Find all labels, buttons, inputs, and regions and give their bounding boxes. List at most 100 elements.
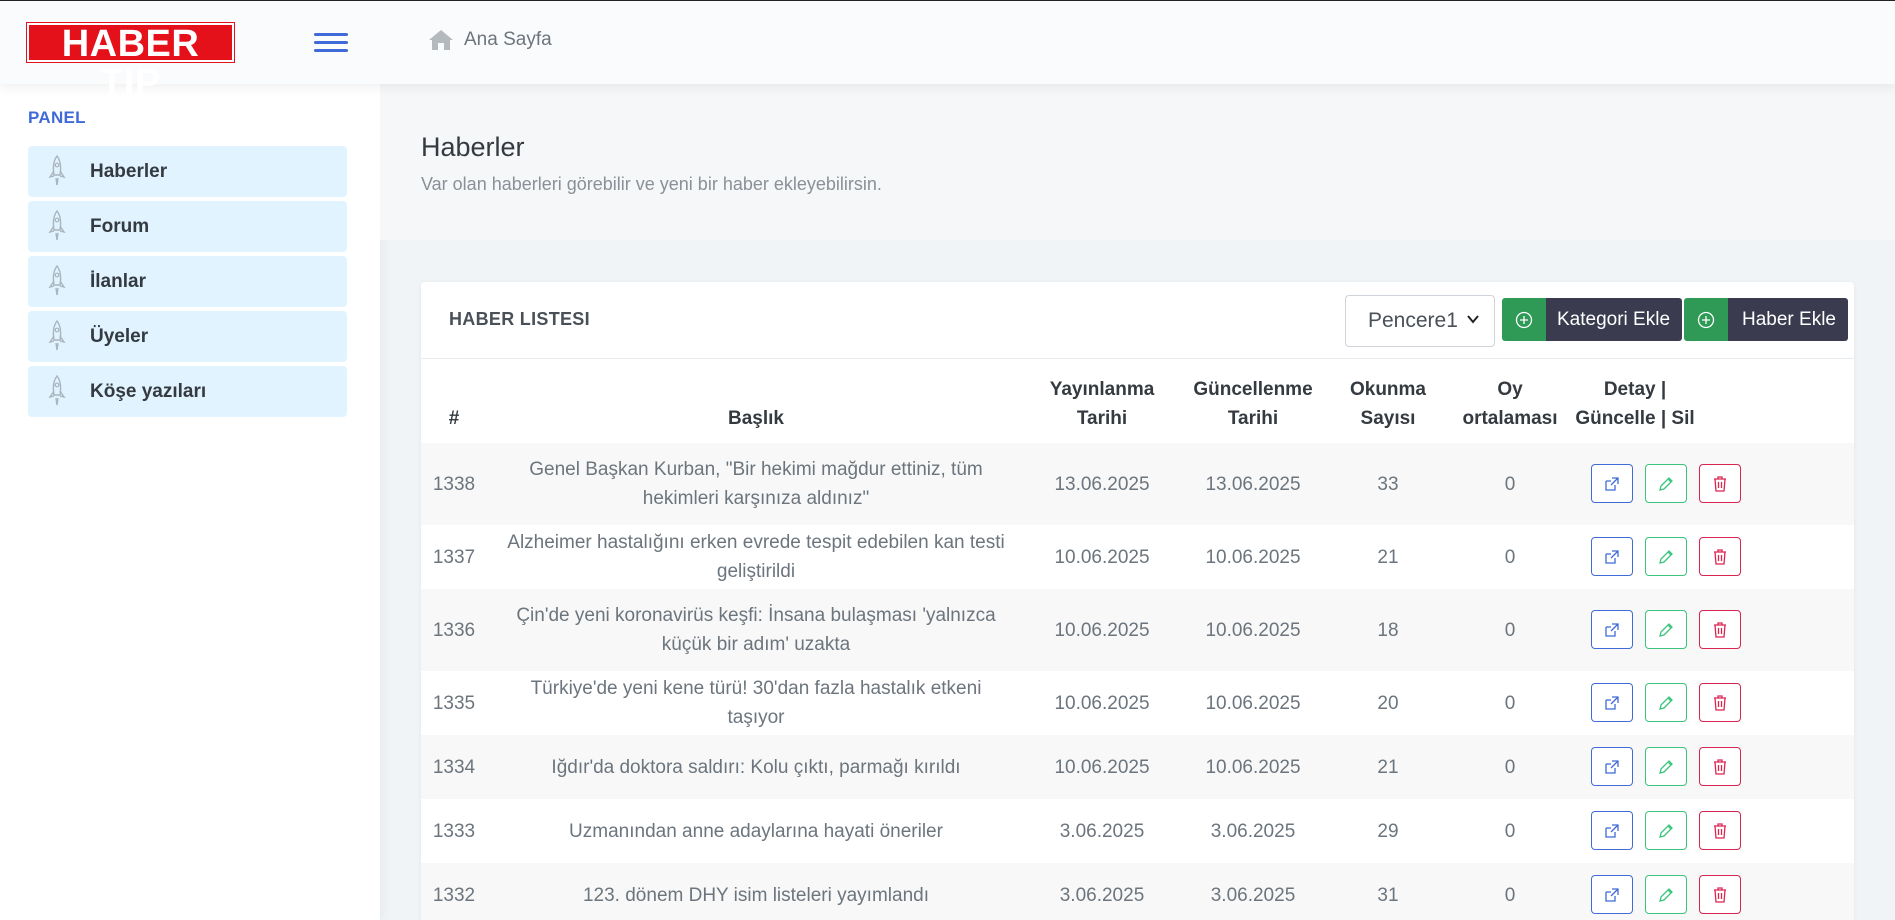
- add-category-button[interactable]: Kategori Ekle: [1502, 298, 1683, 341]
- cell-id: 1332: [432, 884, 476, 906]
- home-icon: [429, 30, 453, 50]
- detail-button[interactable]: [1591, 811, 1633, 850]
- cell-id: 1333: [432, 820, 476, 842]
- plus-circle-icon: [1684, 298, 1728, 341]
- pencil-icon: [1657, 548, 1675, 566]
- rocket-icon: [48, 155, 66, 186]
- news-list-card: HABER LISTESI Pencere1 Kategori Ekle Hab…: [421, 282, 1854, 920]
- edit-button[interactable]: [1645, 537, 1687, 576]
- sidebar-item-uyeler[interactable]: Üyeler: [28, 311, 347, 362]
- cell-updated: 10.06.2025: [1205, 546, 1301, 568]
- page-subtitle: Var olan haberleri görebilir ve yeni bir…: [421, 174, 882, 194]
- edit-button[interactable]: [1645, 683, 1687, 722]
- col-header-id[interactable]: #: [421, 360, 487, 443]
- edit-button[interactable]: [1645, 610, 1687, 649]
- card-header: HABER LISTESI Pencere1 Kategori Ekle Hab…: [421, 282, 1854, 359]
- delete-button[interactable]: [1699, 875, 1741, 914]
- edit-button[interactable]: [1645, 464, 1687, 503]
- col-header-updated[interactable]: Güncellenme Tarihi: [1179, 360, 1327, 443]
- cell-rating: 0: [1504, 546, 1516, 568]
- pencil-icon: [1657, 621, 1675, 639]
- col-header-published[interactable]: Yayınlanma Tarihi: [1025, 360, 1179, 443]
- cell-id: 1336: [432, 619, 476, 641]
- rocket-icon: [48, 265, 66, 296]
- cell-actions: [1571, 799, 1854, 863]
- sidebar-item-ilanlar[interactable]: İlanlar: [28, 256, 347, 307]
- delete-button[interactable]: [1699, 683, 1741, 722]
- cell-published: 10.06.2025: [1054, 546, 1150, 568]
- trash-icon: [1712, 475, 1728, 493]
- cell-rating: 0: [1504, 756, 1516, 778]
- cell-updated: 13.06.2025: [1205, 473, 1301, 495]
- cell-id: 1337: [432, 546, 476, 568]
- table-row[interactable]: 1334 Iğdır'da doktora saldırı: Kolu çıktı…: [421, 735, 1854, 799]
- cell-updated: 10.06.2025: [1205, 756, 1301, 778]
- sidebar-item-forum[interactable]: Forum: [28, 201, 347, 252]
- sidebar-item-label: Forum: [90, 215, 150, 237]
- delete-button[interactable]: [1699, 610, 1741, 649]
- trash-icon: [1712, 621, 1728, 639]
- table-row[interactable]: 1336 Çin'de yeni koronavirüs keşfi: İnsan…: [421, 589, 1854, 671]
- add-news-button[interactable]: Haber Ekle: [1684, 298, 1848, 341]
- detail-button[interactable]: [1591, 464, 1633, 503]
- detail-button[interactable]: [1591, 610, 1633, 649]
- trash-icon: [1712, 694, 1728, 712]
- col-header-title[interactable]: Başlık: [487, 360, 1025, 443]
- brand-logo[interactable]: HABER TIP: [26, 22, 235, 103]
- pencil-icon: [1657, 886, 1675, 904]
- sidebar-item-haberler[interactable]: Haberler: [28, 146, 347, 197]
- table-row[interactable]: 1333 Uzmanından anne adaylarına hayati ön…: [421, 799, 1854, 863]
- cell-rating: 0: [1504, 820, 1516, 842]
- menu-toggle-icon[interactable]: [314, 30, 348, 54]
- col-header-reads[interactable]: Okunma Sayısı: [1327, 360, 1449, 443]
- cell-reads: 29: [1377, 820, 1399, 842]
- edit-button[interactable]: [1645, 875, 1687, 914]
- rocket-icon: [48, 210, 66, 241]
- cell-published: 10.06.2025: [1054, 692, 1150, 714]
- table-row[interactable]: 1335 Türkiye'de yeni kene türü! 30'dan fa…: [421, 671, 1854, 735]
- table-row[interactable]: 1338 Genel Başkan Kurban, "Bir hekimi mağ…: [421, 443, 1854, 525]
- pencil-icon: [1657, 758, 1675, 776]
- plus-circle-icon: [1502, 298, 1546, 341]
- cell-id: 1338: [432, 473, 476, 495]
- delete-button[interactable]: [1699, 464, 1741, 503]
- delete-button[interactable]: [1699, 747, 1741, 786]
- breadcrumb[interactable]: Ana Sayfa: [428, 29, 552, 51]
- edit-button[interactable]: [1645, 811, 1687, 850]
- cell-reads: 20: [1377, 692, 1399, 714]
- col-header-rating[interactable]: Oy ortalaması: [1449, 360, 1571, 443]
- cell-reads: 21: [1377, 756, 1399, 778]
- page-header: [380, 84, 1895, 240]
- cell-title: Çin'de yeni koronavirüs keşfi: İnsana bu…: [516, 605, 996, 655]
- detail-button[interactable]: [1591, 875, 1633, 914]
- table-header-row: # Başlık Yayınlanma Tarihi Güncellenme Tar…: [421, 360, 1854, 443]
- detail-button[interactable]: [1591, 747, 1633, 786]
- rocket-icon: [48, 375, 66, 406]
- external-link-icon: [1603, 621, 1621, 639]
- detail-button[interactable]: [1591, 537, 1633, 576]
- trash-icon: [1712, 758, 1728, 776]
- cell-id: 1334: [432, 756, 476, 778]
- cell-reads: 21: [1377, 546, 1399, 568]
- delete-button[interactable]: [1699, 811, 1741, 850]
- delete-button[interactable]: [1699, 537, 1741, 576]
- cell-title: Iğdır'da doktora saldırı: Kolu çıktı, pa…: [551, 756, 961, 778]
- edit-button[interactable]: [1645, 747, 1687, 786]
- external-link-icon: [1603, 886, 1621, 904]
- cell-updated: 10.06.2025: [1205, 692, 1301, 714]
- window-select[interactable]: Pencere1: [1345, 295, 1495, 347]
- table-row[interactable]: 1337 Alzheimer hastalığını erken evrede t…: [421, 525, 1854, 589]
- external-link-icon: [1603, 822, 1621, 840]
- cell-published: 3.06.2025: [1059, 820, 1145, 842]
- add-category-label: Kategori Ekle: [1546, 298, 1683, 341]
- sidebar-item-kose-yazilari[interactable]: Köşe yazıları: [28, 366, 347, 417]
- detail-button[interactable]: [1591, 683, 1633, 722]
- external-link-icon: [1603, 758, 1621, 776]
- cell-actions: [1571, 525, 1854, 589]
- cell-title: 123. dönem DHY isim listeleri yayımlandı: [582, 884, 929, 906]
- pencil-icon: [1657, 822, 1675, 840]
- trash-icon: [1712, 548, 1728, 566]
- table-row[interactable]: 1332 123. dönem DHY isim listeleri yayıml…: [421, 863, 1854, 920]
- cell-published: 10.06.2025: [1054, 756, 1150, 778]
- cell-title: Türkiye'de yeni kene türü! 30'dan fazla …: [530, 678, 982, 728]
